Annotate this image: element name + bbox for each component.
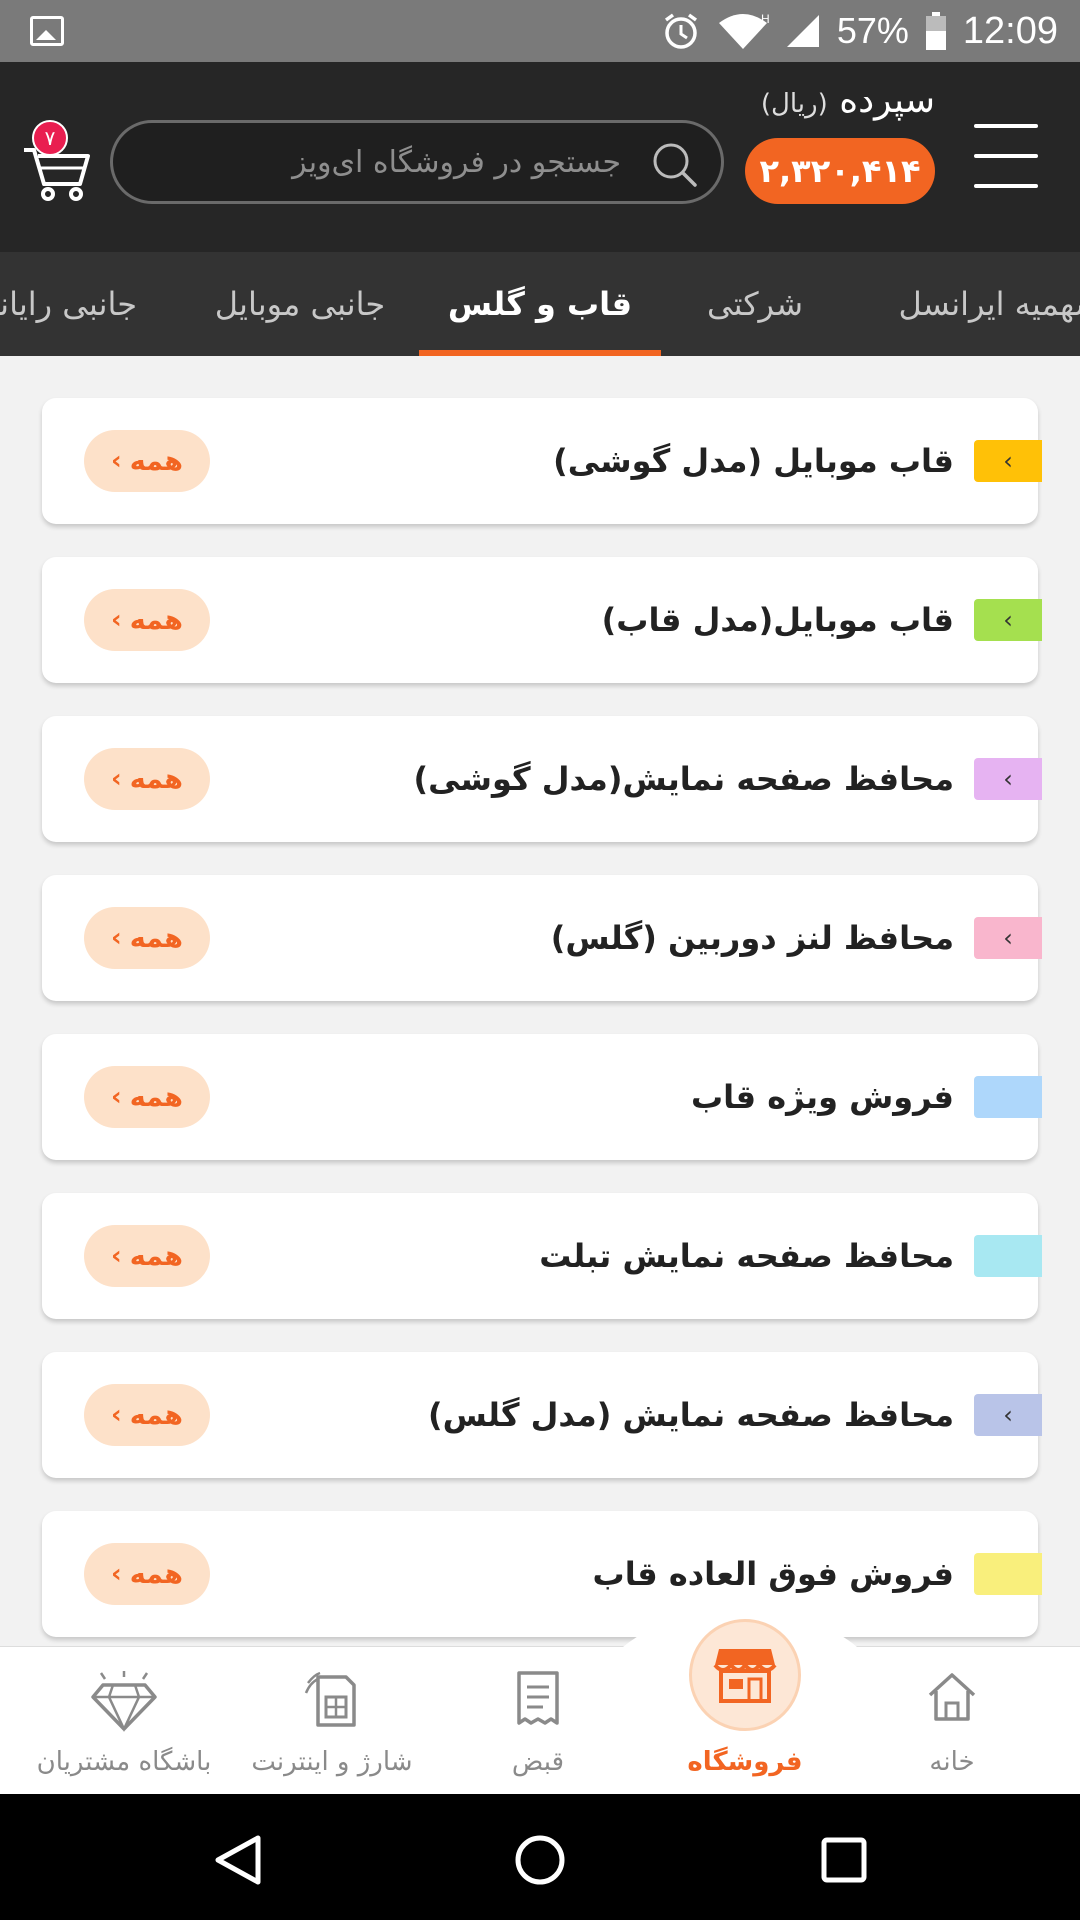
category-tabs: سهمیه ایرانسل شرکتی قاب و گلس جانبی موبا… — [0, 252, 1080, 356]
chevron-left-icon: ‹ — [111, 1559, 122, 1589]
category-card[interactable]: ‹ محافظ صفحه نمایش(مدل گوشی) ‹ همه — [42, 716, 1042, 842]
category-card[interactable]: فروش فوق العاده قاب ‹ همه — [42, 1511, 1042, 1637]
system-navigation-bar — [0, 1794, 1080, 1920]
nav-label: قبض — [511, 1747, 565, 1777]
sim-card-icon — [304, 1671, 356, 1727]
bottom-navigation: خانه فروشگاه قبض شارژ و اینترنت باشگاه م… — [0, 1611, 1080, 1795]
cart-count-badge: ۷ — [32, 120, 68, 156]
category-title: محافظ لنز دوربین (گلس) — [550, 919, 954, 957]
category-title: قاب موبایل (مدل گوشی) — [553, 442, 954, 480]
status-bar: H 57% 12:09 — [0, 0, 1080, 62]
clock: 12:09 — [962, 9, 1058, 52]
status-icons: H 57% 12:09 — [661, 8, 1058, 54]
view-all-label: همه — [129, 1558, 183, 1590]
tab-mobile-accessories[interactable]: جانبی موبایل — [200, 252, 400, 356]
category-card[interactable]: ‹ قاب موبایل (مدل گوشی) ‹ همه — [42, 398, 1042, 524]
view-all-button[interactable]: ‹ همه — [84, 589, 210, 651]
category-color-tag — [974, 1235, 1042, 1277]
tab-case-and-glass[interactable]: قاب و گلس — [419, 252, 661, 356]
view-all-button[interactable]: ‹ همه — [84, 430, 210, 492]
tab-corporate[interactable]: شرکتی — [690, 252, 820, 356]
view-all-button[interactable]: ‹ همه — [84, 1066, 210, 1128]
nav-label: شارژ و اینترنت — [251, 1747, 413, 1777]
network-type-label: H — [761, 12, 769, 26]
balance-unit: (ریال) — [760, 89, 828, 119]
chevron-left-icon: ‹ — [111, 446, 122, 476]
nav-charge-internet[interactable]: شارژ و اینترنت — [232, 1647, 432, 1795]
home-circle-icon[interactable] — [512, 1832, 568, 1888]
view-all-label: همه — [129, 445, 183, 477]
category-color-tag — [974, 1553, 1042, 1595]
store-icon — [689, 1619, 801, 1731]
balance-label: سپرده (ریال) — [735, 80, 935, 121]
search-bar[interactable] — [110, 120, 724, 204]
category-card[interactable]: فروش ویژه قاب ‹ همه — [42, 1034, 1042, 1160]
category-card[interactable]: ‹ محافظ صفحه نمایش (مدل گلس) ‹ همه — [42, 1352, 1042, 1478]
category-card[interactable]: ‹ قاب موبایل(مدل قاب) ‹ همه — [42, 557, 1042, 683]
view-all-button[interactable]: ‹ همه — [84, 1543, 210, 1605]
nav-label: فروشگاه — [687, 1747, 803, 1777]
nav-home[interactable]: خانه — [852, 1647, 1052, 1795]
category-title: فروش ویژه قاب — [690, 1078, 954, 1116]
chevron-left-icon: ‹ — [111, 605, 122, 635]
app-header: سپرده (ریال) ۲,۳۲۰,۴۱۴ ۷ — [0, 62, 1080, 252]
alarm-icon — [661, 11, 701, 51]
battery-icon — [925, 11, 947, 51]
menu-line — [974, 154, 1038, 158]
chevron-left-icon: ‹ — [974, 440, 1042, 482]
view-all-label: همه — [129, 1240, 183, 1272]
view-all-button[interactable]: ‹ همه — [84, 1384, 210, 1446]
nav-label: خانه — [929, 1747, 975, 1777]
home-icon — [928, 1673, 976, 1721]
category-title: محافظ صفحه نمایش تبلت — [539, 1237, 954, 1275]
chevron-left-icon: ‹ — [111, 1400, 122, 1430]
search-icon[interactable] — [649, 139, 699, 189]
view-all-label: همه — [129, 1399, 183, 1431]
hamburger-menu-button[interactable] — [974, 124, 1038, 188]
search-input[interactable] — [153, 123, 623, 201]
category-title: قاب موبایل(مدل قاب) — [601, 601, 954, 639]
view-all-label: همه — [129, 1081, 183, 1113]
chevron-left-icon: ‹ — [111, 1241, 122, 1271]
tab-computer-accessories[interactable]: جانبی رایانه — [0, 252, 160, 356]
chevron-left-icon: ‹ — [974, 1394, 1042, 1436]
recents-icon[interactable] — [816, 1832, 872, 1888]
signal-icon — [785, 13, 821, 49]
view-all-label: همه — [129, 604, 183, 636]
nav-customer-club[interactable]: باشگاه مشتریان — [22, 1647, 226, 1795]
diamond-icon — [91, 1671, 157, 1732]
chevron-left-icon: ‹ — [974, 599, 1042, 641]
wifi-icon: H — [717, 11, 769, 51]
chevron-left-icon: ‹ — [111, 923, 122, 953]
balance-widget[interactable]: سپرده (ریال) ۲,۳۲۰,۴۱۴ — [735, 80, 935, 204]
gallery-icon — [30, 16, 64, 46]
view-all-button[interactable]: ‹ همه — [84, 1225, 210, 1287]
chevron-left-icon: ‹ — [974, 917, 1042, 959]
nav-label: باشگاه مشتریان — [36, 1747, 212, 1777]
nav-bill[interactable]: قبض — [438, 1647, 638, 1795]
balance-value: ۲,۳۲۰,۴۱۴ — [745, 138, 935, 204]
back-icon[interactable] — [210, 1832, 266, 1888]
balance-title: سپرده — [839, 80, 935, 121]
category-card[interactable]: محافظ صفحه نمایش تبلت ‹ همه — [42, 1193, 1042, 1319]
category-list: ‹ قاب موبایل (مدل گوشی) ‹ همه ‹ قاب موبای… — [0, 356, 1080, 1646]
nav-store[interactable]: فروشگاه — [645, 1619, 845, 1795]
chevron-left-icon: ‹ — [111, 1082, 122, 1112]
tab-irancell-quota[interactable]: سهمیه ایرانسل — [880, 252, 1080, 356]
view-all-label: همه — [129, 763, 183, 795]
bill-icon — [517, 1671, 559, 1725]
menu-line — [974, 184, 1038, 188]
category-card[interactable]: ‹ محافظ لنز دوربین (گلس) ‹ همه — [42, 875, 1042, 1001]
category-color-tag — [974, 1076, 1042, 1118]
view-all-button[interactable]: ‹ همه — [84, 907, 210, 969]
menu-line — [974, 124, 1038, 128]
view-all-label: همه — [129, 922, 183, 954]
chevron-left-icon: ‹ — [111, 764, 122, 794]
category-title: محافظ صفحه نمایش(مدل گوشی) — [413, 760, 954, 798]
category-title: محافظ صفحه نمایش (مدل گلس) — [427, 1396, 954, 1434]
cart-button[interactable]: ۷ — [22, 120, 92, 204]
chevron-left-icon: ‹ — [974, 758, 1042, 800]
battery-percent: 57% — [836, 10, 909, 51]
view-all-button[interactable]: ‹ همه — [84, 748, 210, 810]
